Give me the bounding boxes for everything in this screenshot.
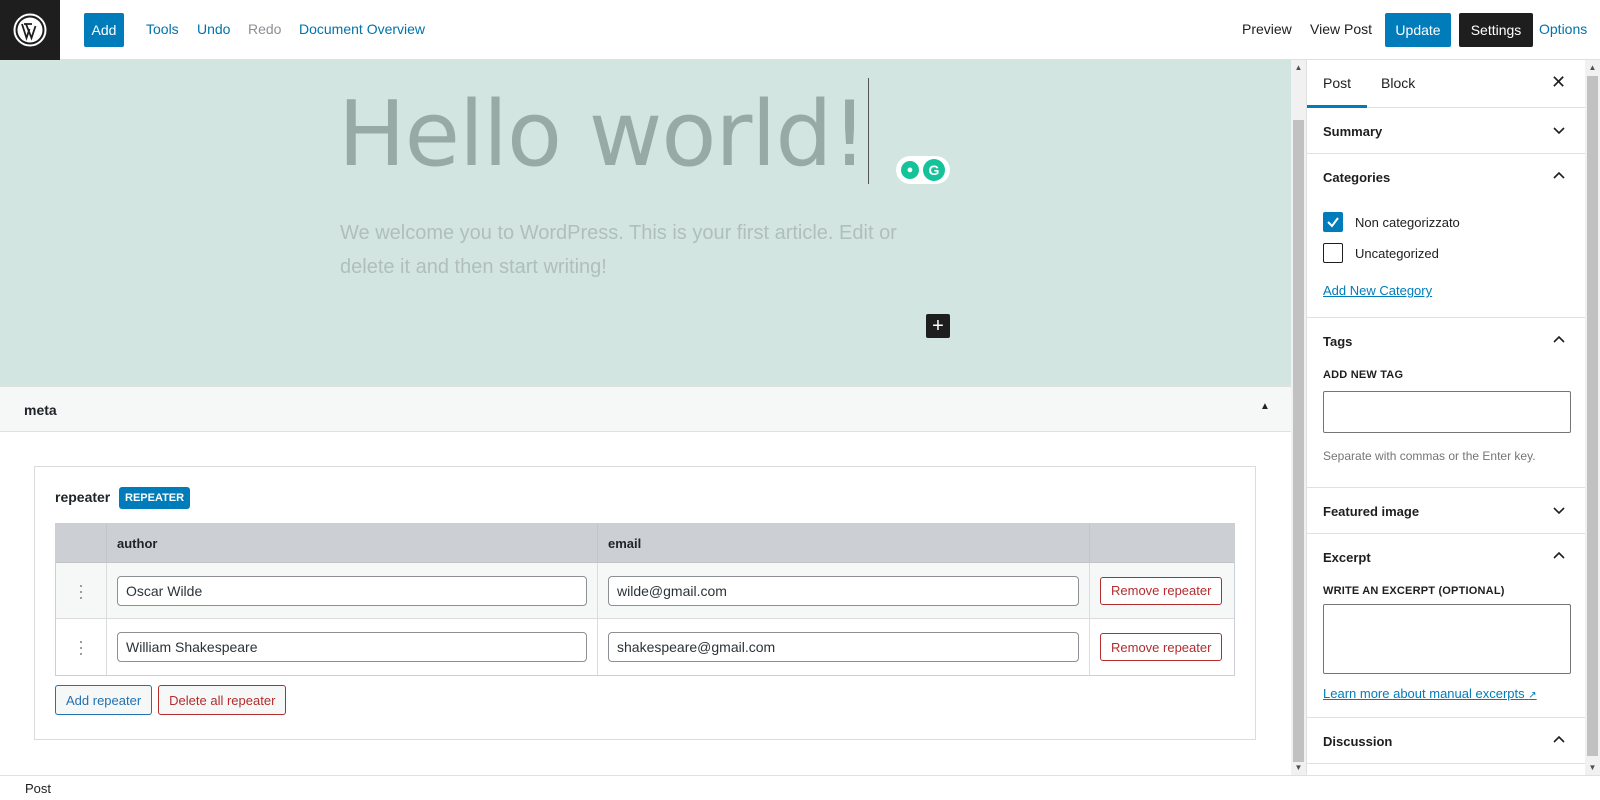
email-input[interactable]: shakespeare@gmail.com xyxy=(608,632,1079,662)
close-icon[interactable]: ✕ xyxy=(1551,72,1566,93)
repeater-table: author email · · · Oscar Wilde wilde@gmail… xyxy=(55,523,1235,676)
panel-discussion[interactable]: Discussion xyxy=(1307,718,1585,764)
category-label: Uncategorized xyxy=(1355,246,1439,261)
wordpress-icon xyxy=(13,13,47,47)
grammarly-widget[interactable]: ● G xyxy=(896,156,950,184)
chevron-up-icon[interactable] xyxy=(1551,332,1567,348)
tag-help-text: Separate with commas or the Enter key. xyxy=(1323,449,1536,463)
add-repeater-button[interactable]: Add repeater xyxy=(55,685,153,715)
panel-title[interactable]: Categories xyxy=(1323,170,1390,185)
undo-button[interactable]: Undo xyxy=(197,21,230,37)
settings-sidebar: Post Block ✕ Summary Categories Non cate… xyxy=(1306,60,1585,775)
author-input[interactable]: Oscar Wilde xyxy=(117,575,587,606)
category-checkbox-non-categorizzato[interactable] xyxy=(1323,212,1343,232)
meta-box-header[interactable]: meta ▲ xyxy=(0,386,1291,432)
learn-more-excerpts-link[interactable]: Learn more about manual excerpts ↗ xyxy=(1323,686,1537,701)
tools-button[interactable]: Tools xyxy=(146,21,179,37)
category-checkbox-uncategorized[interactable] xyxy=(1323,243,1343,263)
scrollbar-thumb[interactable] xyxy=(1293,120,1304,762)
drag-handle-icon[interactable]: · · · xyxy=(56,563,107,618)
scroll-up-icon[interactable]: ▲ xyxy=(1291,60,1306,75)
tab-block[interactable]: Block xyxy=(1381,75,1415,91)
header-actions-cell xyxy=(1090,524,1234,562)
add-new-tag-label: ADD NEW TAG xyxy=(1323,369,1404,381)
table-header: author email xyxy=(56,524,1234,563)
category-label: Non categorizzato xyxy=(1355,215,1460,230)
table-row: · · · Oscar Wilde wilde@gmail.com Remove r… xyxy=(56,563,1234,619)
excerpt-textarea[interactable] xyxy=(1323,604,1571,674)
checkmark-icon xyxy=(1327,217,1339,228)
editor-toolbar: Add Tools Undo Redo Document Overview Pr… xyxy=(0,0,1600,60)
header-handle-cell xyxy=(56,524,107,562)
text-caret xyxy=(868,78,869,184)
panel-title[interactable]: Tags xyxy=(1323,334,1352,349)
panel-summary[interactable]: Summary xyxy=(1307,108,1585,154)
repeater-field: repeater REPEATER author email · · · Oscar… xyxy=(34,466,1256,740)
scroll-down-icon[interactable]: ▼ xyxy=(1585,760,1600,775)
remove-repeater-button[interactable]: Remove repeater xyxy=(1100,576,1223,605)
meta-box-title: meta xyxy=(24,402,57,418)
scrollbar-thumb[interactable] xyxy=(1587,76,1598,756)
block-inserter-button[interactable]: + xyxy=(926,314,950,338)
panel-title: Featured image xyxy=(1323,504,1420,519)
panel-excerpt: Excerpt WRITE AN EXCERPT (OPTIONAL) Lear… xyxy=(1307,534,1585,718)
collapse-toggle-icon[interactable]: ▲ xyxy=(1260,401,1270,412)
author-input[interactable]: William Shakespeare xyxy=(117,632,587,662)
wordpress-logo-button[interactable] xyxy=(0,0,60,60)
update-button[interactable]: Update xyxy=(1385,13,1451,47)
sidebar-tabs: Post Block ✕ xyxy=(1307,60,1585,108)
chevron-down-icon xyxy=(1553,127,1565,135)
meta-box-body: repeater REPEATER author email · · · Oscar… xyxy=(0,432,1291,775)
drag-handle-icon[interactable]: · · · xyxy=(56,619,107,675)
view-post-link[interactable]: View Post xyxy=(1310,21,1372,37)
post-title[interactable]: Hello world! xyxy=(338,82,868,187)
panel-categories: Categories Non categorizzato Uncategoriz… xyxy=(1307,154,1585,318)
settings-button[interactable]: Settings xyxy=(1459,13,1533,47)
tab-post[interactable]: Post xyxy=(1307,75,1368,108)
chevron-up-icon xyxy=(1553,735,1565,743)
grammarly-icon[interactable]: G xyxy=(923,159,945,181)
panel-title[interactable]: Excerpt xyxy=(1323,550,1371,565)
tag-input[interactable] xyxy=(1323,391,1571,433)
delete-all-repeater-button[interactable]: Delete all repeater xyxy=(158,685,287,715)
editor-canvas: Hello world! ● G We welcome you to WordP… xyxy=(0,60,1291,386)
document-overview-button[interactable]: Document Overview xyxy=(299,21,425,37)
external-link-icon: ↗ xyxy=(1528,690,1537,701)
repeater-label: repeater xyxy=(55,489,111,505)
excerpt-label: WRITE AN EXCERPT (OPTIONAL) xyxy=(1323,585,1505,597)
redo-button[interactable]: Redo xyxy=(248,21,281,37)
email-input[interactable]: wilde@gmail.com xyxy=(608,575,1079,606)
preview-button[interactable]: Preview xyxy=(1242,21,1292,37)
add-new-category-link[interactable]: Add New Category xyxy=(1323,283,1432,298)
paragraph-block[interactable]: We welcome you to WordPress. This is you… xyxy=(340,216,940,284)
chevron-down-icon xyxy=(1553,507,1565,515)
column-header-email: email xyxy=(598,524,1090,562)
options-button[interactable]: Options xyxy=(1539,21,1587,37)
panel-featured-image[interactable]: Featured image xyxy=(1307,488,1585,534)
scroll-up-icon[interactable]: ▲ xyxy=(1585,60,1600,75)
remove-repeater-button[interactable]: Remove repeater xyxy=(1100,633,1223,661)
lightbulb-icon[interactable]: ● xyxy=(901,161,919,179)
add-block-button[interactable]: Add xyxy=(84,13,124,47)
sidebar-scrollbar[interactable]: ▲ ▼ xyxy=(1585,60,1600,775)
panel-tags: Tags ADD NEW TAG Separate with commas or… xyxy=(1307,318,1585,488)
block-breadcrumb-bar: Post xyxy=(0,775,1600,800)
repeater-badge: REPEATER xyxy=(119,487,191,509)
panel-title: Discussion xyxy=(1323,734,1393,749)
panel-title: Summary xyxy=(1323,124,1383,139)
table-row: · · · William Shakespeare shakespeare@gmai… xyxy=(56,619,1234,675)
column-header-author: author xyxy=(107,524,598,562)
editor-scrollbar[interactable]: ▲ ▼ xyxy=(1291,60,1306,775)
chevron-up-icon[interactable] xyxy=(1551,168,1567,184)
breadcrumb-post[interactable]: Post xyxy=(25,781,51,796)
scroll-down-icon[interactable]: ▼ xyxy=(1291,760,1306,775)
chevron-up-icon[interactable] xyxy=(1551,548,1567,564)
